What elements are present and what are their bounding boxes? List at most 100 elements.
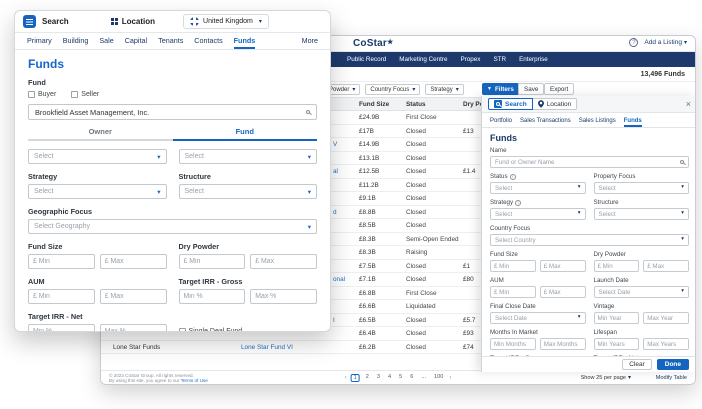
aum-max-input[interactable] — [540, 286, 586, 298]
seller-checkbox[interactable]: Seller — [71, 91, 99, 98]
search-icon — [306, 110, 310, 114]
nav-item-str[interactable]: STR — [493, 56, 506, 63]
irr-net-min-input[interactable] — [28, 324, 95, 332]
irr-net-max-input[interactable] — [100, 324, 167, 332]
nav-item-enterprise[interactable]: Enterprise — [519, 56, 548, 63]
page-2[interactable]: 2 — [364, 374, 371, 382]
add-a-listing-button[interactable]: Add a Listing▾ — [644, 39, 687, 46]
dry-powder-max-input[interactable] — [643, 260, 689, 272]
page-5[interactable]: 5 — [397, 374, 404, 382]
done-button[interactable]: Done — [657, 359, 689, 370]
status-select[interactable]: Select▾ — [490, 182, 586, 194]
save-button[interactable]: Save — [518, 83, 544, 95]
owner-search-input[interactable] — [35, 106, 306, 118]
fund-size-min-input[interactable] — [28, 254, 95, 269]
cell-fund-name-link[interactable]: Lone Star Fund VI — [241, 344, 293, 351]
page-100[interactable]: 100 — [432, 374, 445, 382]
column-header-fund-size[interactable]: Fund Size — [359, 101, 389, 108]
cell-status: Closed — [406, 263, 426, 270]
panel-tab-sales-listings[interactable]: Sales Listings — [579, 118, 616, 127]
nav-item-public-record[interactable]: Public Record — [347, 56, 386, 63]
cell-fund-name-link[interactable]: I — [333, 317, 335, 324]
column-header-status[interactable]: Status — [406, 101, 426, 108]
fund-owner-name-input[interactable] — [495, 157, 680, 167]
export-button[interactable]: Export — [544, 83, 574, 95]
dry-powder-label: Dry Powder — [179, 242, 318, 251]
tab-tenants[interactable]: Tenants — [158, 36, 183, 49]
panel-tab-portfolio[interactable]: Portfolio — [490, 118, 512, 127]
geographic-focus-select[interactable]: Select Geography▾ — [28, 219, 317, 234]
help-icon[interactable]: ? — [629, 38, 638, 47]
vintage-min-input[interactable] — [594, 312, 640, 324]
aum-min-input[interactable] — [490, 286, 536, 298]
tab-funds[interactable]: Funds — [234, 36, 256, 49]
nav-item-propex[interactable]: Propex — [461, 56, 481, 63]
tab-more[interactable]: More — [302, 36, 318, 49]
months-min-input[interactable] — [490, 338, 536, 350]
lifespan-max-input[interactable] — [643, 338, 689, 350]
tab-capital[interactable]: Capital — [125, 36, 147, 49]
fund-size-min-input[interactable] — [490, 260, 536, 272]
page-next-icon[interactable]: › — [449, 375, 451, 381]
single-deal-fund-checkbox[interactable]: Single Deal Fund — [179, 328, 318, 332]
panel-tab-funds[interactable]: Funds — [624, 118, 642, 127]
cell-fund-name-link[interactable]: onal — [333, 276, 345, 283]
fund-filter-select-2[interactable]: Select▾ — [179, 149, 318, 164]
location-button[interactable]: Location — [111, 17, 155, 26]
property-focus-select[interactable]: Select▾ — [594, 182, 690, 194]
menu-icon[interactable] — [23, 15, 36, 28]
dry-powder-max-input[interactable] — [250, 254, 317, 269]
page-3[interactable]: 3 — [375, 374, 382, 382]
subtab-fund[interactable]: Fund — [173, 127, 318, 141]
cell-fund-name-link[interactable]: V — [333, 141, 337, 148]
panel-location-tab[interactable]: Location — [533, 98, 578, 110]
irr-gross-max-input[interactable] — [250, 289, 317, 304]
cell-fund-name-link[interactable]: d — [333, 209, 337, 216]
strategy-field: Strategyi Select▾ — [490, 199, 586, 220]
quick-filter-strategy[interactable]: Strategy▾ — [425, 84, 463, 95]
page-prev-icon[interactable]: ‹ — [345, 375, 347, 381]
tab-primary[interactable]: Primary — [27, 36, 52, 49]
final-close-date-select[interactable]: Select Date▾ — [490, 312, 586, 324]
terms-of-use-link[interactable]: Terms of Use — [181, 378, 208, 383]
nav-item-marketing-centre[interactable]: Marketing Centre — [399, 56, 447, 63]
fund-filter-select-1[interactable]: Select▾ — [28, 149, 167, 164]
close-icon[interactable]: × — [686, 100, 691, 109]
tab-building[interactable]: Building — [63, 36, 89, 49]
page-...[interactable]: ... — [419, 374, 428, 382]
fund-size-max-input[interactable] — [100, 254, 167, 269]
strategy-select[interactable]: Select▾ — [490, 208, 586, 220]
dry-powder-min-input[interactable] — [179, 254, 246, 269]
panel-search-tab[interactable]: Search — [488, 98, 533, 110]
aum-min-input[interactable] — [28, 289, 95, 304]
filters-button[interactable]: ▼Filters — [482, 83, 519, 95]
country-select[interactable]: United Kingdom ▾ — [183, 14, 269, 29]
cell-fund-name-link[interactable]: al — [333, 168, 338, 175]
tab-sale[interactable]: Sale — [99, 36, 113, 49]
vintage-max-input[interactable] — [643, 312, 689, 324]
strategy-label: Strategy — [28, 172, 167, 181]
launch-date-select[interactable]: Select Date▾ — [594, 286, 690, 298]
fund-size-max-input[interactable] — [540, 260, 586, 272]
subtab-owner[interactable]: Owner — [28, 127, 173, 141]
name-field: Name — [490, 147, 689, 168]
page-4[interactable]: 4 — [386, 374, 393, 382]
modify-table-button[interactable]: Modify Table — [656, 375, 687, 381]
structure-select[interactable]: Select▾ — [179, 184, 318, 199]
structure-select[interactable]: Select▾ — [594, 208, 690, 220]
tab-contacts[interactable]: Contacts — [194, 36, 222, 49]
irr-gross-min-input[interactable] — [179, 289, 246, 304]
lifespan-min-input[interactable] — [594, 338, 640, 350]
page-6[interactable]: 6 — [408, 374, 415, 382]
country-focus-select[interactable]: Select Country▾ — [490, 234, 689, 246]
dry-powder-min-input[interactable] — [594, 260, 640, 272]
page-1[interactable]: 1 — [351, 374, 360, 382]
aum-max-input[interactable] — [100, 289, 167, 304]
clear-button[interactable]: Clear — [622, 359, 652, 370]
buyer-checkbox[interactable]: Buyer — [28, 91, 56, 98]
quick-filter-country-focus[interactable]: Country Focus▾ — [365, 84, 420, 95]
panel-tab-sales-transactions[interactable]: Sales Transactions — [520, 118, 571, 127]
months-max-input[interactable] — [540, 338, 586, 350]
show-per-page-select[interactable]: Show 25 per page▾ — [581, 375, 631, 381]
strategy-select[interactable]: Select▾ — [28, 184, 167, 199]
